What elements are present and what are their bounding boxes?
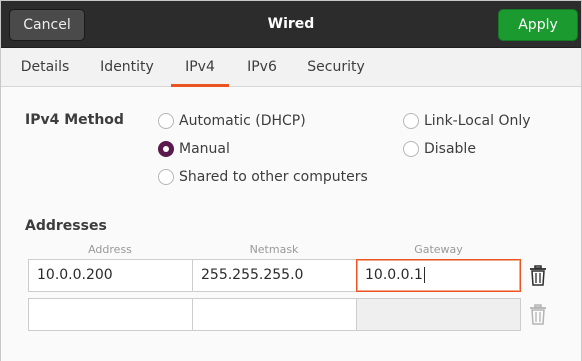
radio-disable[interactable]: Disable: [403, 139, 476, 159]
delete-address-button-disabled: [527, 303, 549, 327]
radio-shared[interactable]: Shared to other computers: [158, 167, 368, 187]
gateway-field: [356, 298, 521, 331]
cancel-button[interactable]: Cancel: [9, 9, 85, 41]
addresses-table: 10.0.0.200 255.255.255.0 10.0.0.1: [28, 259, 521, 333]
address-field[interactable]: [28, 298, 193, 331]
tab-identity[interactable]: Identity: [91, 48, 163, 87]
tab-bar: Details Identity IPv4 IPv6 Security: [1, 48, 581, 87]
gateway-value: 10.0.0.1: [365, 267, 423, 283]
trash-icon: [530, 304, 546, 325]
radio-automatic-dhcp[interactable]: Automatic (DHCP): [158, 111, 306, 131]
apply-button[interactable]: Apply: [498, 9, 578, 41]
radio-button[interactable]: [158, 113, 174, 129]
radio-button[interactable]: [158, 169, 174, 185]
addresses-label: Addresses: [25, 218, 107, 234]
radio-manual[interactable]: Manual: [158, 139, 230, 159]
ipv4-page: IPv4 Method Automatic (DHCP) Manual Shar…: [1, 87, 581, 361]
tab-security[interactable]: Security: [299, 48, 373, 87]
tab-ipv6[interactable]: IPv6: [237, 48, 287, 87]
gateway-field[interactable]: 10.0.0.1: [356, 259, 521, 292]
column-header-address: Address: [88, 243, 132, 256]
network-settings-window: Cancel Wired Apply Details Identity IPv4…: [0, 0, 582, 361]
header-bar: Cancel Wired Apply: [1, 1, 581, 48]
column-header-netmask: Netmask: [249, 243, 299, 256]
radio-button[interactable]: [403, 113, 419, 129]
trash-icon: [530, 265, 546, 286]
radio-label: Link-Local Only: [424, 113, 531, 129]
radio-button-checked[interactable]: [158, 141, 174, 157]
column-header-gateway: Gateway: [414, 243, 463, 256]
delete-address-button[interactable]: [527, 264, 549, 288]
tab-details[interactable]: Details: [11, 48, 79, 87]
radio-label: Automatic (DHCP): [179, 113, 306, 129]
radio-label: Disable: [424, 141, 476, 157]
netmask-field[interactable]: 255.255.255.0: [192, 259, 357, 292]
radio-link-local[interactable]: Link-Local Only: [403, 111, 531, 131]
netmask-field[interactable]: [192, 298, 357, 331]
radio-label: Manual: [179, 141, 230, 157]
text-cursor: [423, 267, 425, 283]
tab-ipv4[interactable]: IPv4: [171, 48, 229, 87]
ipv4-method-label: IPv4 Method: [25, 112, 124, 128]
address-field[interactable]: 10.0.0.200: [28, 259, 193, 292]
radio-button[interactable]: [403, 141, 419, 157]
radio-label: Shared to other computers: [179, 169, 368, 185]
window-title: Wired: [267, 16, 315, 32]
